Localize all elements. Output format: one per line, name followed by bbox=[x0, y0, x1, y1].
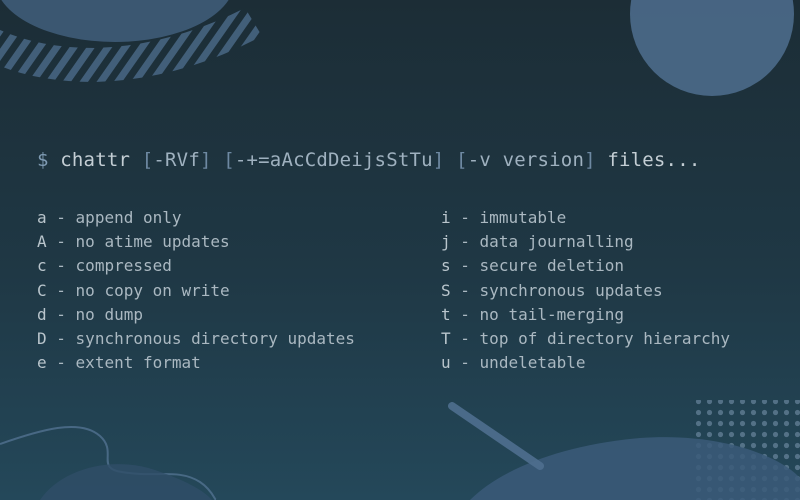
option-desc: synchronous directory updates bbox=[75, 329, 355, 349]
option-desc: undeletable bbox=[479, 353, 586, 373]
option-key: A bbox=[37, 232, 47, 252]
diagonal-line bbox=[448, 402, 544, 470]
option-key: a bbox=[37, 208, 47, 227]
option-row: A - no atime updates bbox=[37, 232, 230, 252]
command-line: $ chattr [-RVf] [-+=aAcCdDeijsStTu] [-v … bbox=[37, 149, 701, 171]
option-key: d bbox=[37, 304, 47, 324]
option-desc: extent format bbox=[75, 353, 201, 373]
option-row: S - synchronous updates bbox=[441, 280, 663, 300]
option-key: C bbox=[37, 280, 47, 300]
option-key: s bbox=[441, 256, 451, 276]
command-name: chattr bbox=[60, 149, 131, 171]
option-group-2: -+=aAcCdDeijsStTu bbox=[234, 149, 433, 171]
option-row: i - immutable bbox=[441, 208, 567, 227]
option-key: t bbox=[441, 304, 451, 324]
option-row: t - no tail-merging bbox=[441, 304, 625, 324]
options-right-column: i - immutable j - data journalling s - s… bbox=[441, 206, 730, 375]
option-desc: compressed bbox=[75, 256, 172, 276]
option-group-1: -RVf bbox=[153, 149, 200, 171]
option-desc: no dump bbox=[75, 304, 143, 324]
option-desc: data journalling bbox=[479, 232, 634, 252]
option-desc: no tail-merging bbox=[479, 304, 625, 324]
option-row: T - top of directory hierarchy bbox=[441, 329, 730, 349]
option-desc: secure deletion bbox=[479, 256, 625, 276]
option-row: c - compressed bbox=[37, 256, 172, 276]
option-key: D bbox=[37, 329, 47, 349]
option-key: c bbox=[37, 256, 47, 276]
top-left-blob bbox=[0, 0, 260, 82]
option-key: e bbox=[37, 353, 47, 373]
option-desc: no copy on write bbox=[75, 280, 230, 300]
option-row: C - no copy on write bbox=[37, 280, 230, 300]
prompt-symbol: $ bbox=[37, 149, 49, 171]
option-group-3: -v version bbox=[467, 149, 585, 171]
option-desc: no atime updates bbox=[75, 232, 230, 252]
option-key: i bbox=[441, 208, 451, 227]
option-desc: append only bbox=[75, 208, 182, 227]
option-desc: top of directory hierarchy bbox=[479, 329, 730, 349]
option-row: a - append only bbox=[37, 208, 182, 227]
option-row: j - data journalling bbox=[441, 232, 634, 252]
files-argument: files... bbox=[607, 149, 701, 171]
options-left-column: a - append only A - no atime updates c -… bbox=[37, 206, 355, 375]
option-row: e - extent format bbox=[37, 353, 201, 373]
option-row: d - no dump bbox=[37, 304, 143, 324]
option-row: u - undeletable bbox=[441, 353, 586, 373]
option-desc: immutable bbox=[479, 208, 567, 227]
option-key: j bbox=[441, 232, 451, 252]
option-desc: synchronous updates bbox=[479, 280, 663, 300]
option-key: S bbox=[441, 280, 451, 300]
bottom-left-blob bbox=[40, 464, 212, 500]
option-row: s - secure deletion bbox=[441, 256, 625, 276]
option-key: T bbox=[441, 329, 451, 349]
option-key: u bbox=[441, 353, 451, 373]
option-row: D - synchronous directory updates bbox=[37, 329, 355, 349]
top-right-circle bbox=[630, 0, 794, 96]
